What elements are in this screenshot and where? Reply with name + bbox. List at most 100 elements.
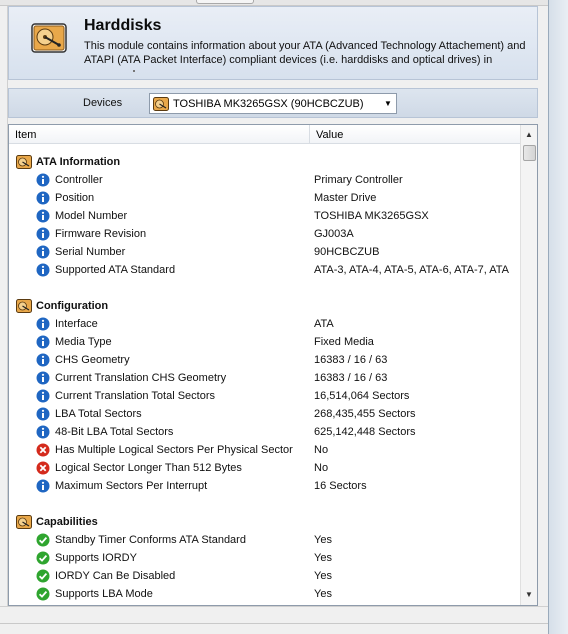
info-icon (36, 263, 50, 277)
list-item[interactable]: IORDY Can Be Disabled Yes (9, 567, 521, 585)
tab-fragment[interactable] (196, 0, 254, 4)
list-item[interactable]: Has Multiple Logical Sectors Per Physica… (9, 441, 521, 459)
list-item[interactable]: Supports LBA Mode Yes (9, 585, 521, 603)
check-icon (36, 551, 50, 565)
check-icon (36, 533, 50, 547)
info-icon (36, 335, 50, 349)
list-item[interactable]: Position Master Drive (9, 189, 521, 207)
list-item[interactable]: LBA Total Sectors 268,435,455 Sectors (9, 405, 521, 423)
item-label: Standby Timer Conforms ATA Standard (55, 534, 246, 546)
item-label: Supports IORDY (55, 552, 137, 564)
item-value: 625,142,448 Sectors (314, 426, 416, 438)
scroll-down-icon[interactable]: ▼ (521, 587, 537, 603)
item-value: ATA (314, 318, 334, 330)
list-item[interactable]: Current Translation Total Sectors 16,514,… (9, 387, 521, 405)
item-value: TOSHIBA MK3265GSX (314, 210, 429, 222)
item-value: Primary Controller (314, 174, 403, 186)
section-title: Configuration (36, 300, 109, 312)
info-icon (36, 371, 50, 385)
list-item[interactable]: Model Number TOSHIBA MK3265GSX (9, 207, 521, 225)
devices-bar: Devices TOSHIBA MK3265GSX (90HCBCZUB) ▼ (8, 88, 538, 118)
item-label: Logical Sector Longer Than 512 Bytes (55, 462, 242, 474)
chevron-down-icon[interactable]: ▼ (380, 99, 396, 108)
list-item[interactable]: Logical Sector Longer Than 512 Bytes No (9, 459, 521, 477)
info-icon (36, 173, 50, 187)
list-header: Item Value (9, 125, 521, 144)
item-value: ATA-3, ATA-4, ATA-5, ATA-6, ATA-7, ATA (314, 264, 509, 276)
item-label: 48-Bit LBA Total Sectors (55, 426, 174, 438)
list-rows: ATA Information Controller Primary Control… (9, 153, 521, 605)
devices-label: Devices (83, 97, 123, 109)
harddisk-icon (16, 515, 32, 529)
description-overflow-dot (133, 70, 135, 72)
column-divider[interactable] (309, 125, 310, 143)
harddisk-icon (31, 23, 67, 53)
list-item[interactable]: Supported ATA Standard ATA-3, ATA-4, ATA-… (9, 261, 521, 279)
item-value: Yes (314, 588, 332, 600)
list-item[interactable]: Firmware Revision GJ003A (9, 225, 521, 243)
info-list[interactable]: Item Value ATA Information Controller Prim… (8, 124, 538, 606)
harddisk-icon (16, 299, 32, 313)
list-item[interactable]: Maximum Sectors Per Interrupt 16 Sectors (9, 477, 521, 495)
item-label: Interface (55, 318, 98, 330)
item-label: Current Translation CHS Geometry (55, 372, 227, 384)
list-item[interactable]: Interface ATA (9, 315, 521, 333)
status-bar (0, 606, 548, 634)
scrollbar-thumb[interactable] (523, 145, 536, 161)
list-item[interactable]: Serial Number 90HCBCZUB (9, 243, 521, 261)
left-pane-edge (0, 6, 8, 606)
section-header[interactable]: ATA Information (9, 153, 521, 171)
item-label: Supported ATA Standard (55, 264, 176, 276)
item-label: LBA Total Sectors (55, 408, 142, 420)
item-label: Serial Number (55, 246, 126, 258)
item-value: Yes (314, 570, 332, 582)
info-icon (36, 245, 50, 259)
list-item[interactable]: 48-Bit LBA Total Sectors 625,142,448 Sect… (9, 423, 521, 441)
item-value: 268,435,455 Sectors (314, 408, 416, 420)
info-icon (36, 209, 50, 223)
module-header: Harddisks This module contains informati… (8, 6, 538, 80)
harddisk-icon (153, 96, 169, 111)
status-divider (0, 623, 548, 624)
item-value: 16383 / 16 / 63 (314, 354, 388, 366)
page-title: Harddisks (84, 17, 162, 34)
check-icon (36, 569, 50, 583)
item-value: No (314, 462, 329, 474)
item-value: 16383 / 16 / 63 (314, 372, 388, 384)
section-header[interactable]: Capabilities (9, 513, 521, 531)
item-label: CHS Geometry (55, 354, 130, 366)
item-label: Media Type (55, 336, 112, 348)
column-header-item[interactable]: Item (15, 129, 36, 141)
section-header[interactable]: Configuration (9, 297, 521, 315)
vertical-scrollbar[interactable]: ▲ ▼ (520, 125, 537, 605)
item-label: Model Number (55, 210, 128, 222)
item-label: Current Translation Total Sectors (55, 390, 215, 402)
list-item[interactable]: Controller Primary Controller (9, 171, 521, 189)
devices-selected-value: TOSHIBA MK3265GSX (90HCBCZUB) (173, 97, 364, 110)
info-icon (36, 407, 50, 421)
item-label: Position (55, 192, 95, 204)
item-value: 90HCBCZUB (314, 246, 380, 258)
list-item[interactable]: Supports IORDY Yes (9, 549, 521, 567)
list-item[interactable]: CHS Geometry 16383 / 16 / 63 (9, 351, 521, 369)
section-title: Capabilities (36, 516, 98, 528)
column-header-value[interactable]: Value (316, 129, 343, 141)
devices-dropdown[interactable]: TOSHIBA MK3265GSX (90HCBCZUB) ▼ (149, 93, 397, 114)
info-icon (36, 389, 50, 403)
info-icon (36, 353, 50, 367)
item-label: Supports LBA Mode (55, 588, 153, 600)
list-item[interactable]: Media Type Fixed Media (9, 333, 521, 351)
info-icon (36, 317, 50, 331)
check-icon (36, 587, 50, 601)
item-value: Master Drive (314, 192, 377, 204)
section-title: ATA Information (36, 156, 121, 168)
item-label: IORDY Can Be Disabled (55, 570, 176, 582)
harddisk-icon (16, 155, 32, 169)
item-label: Has Multiple Logical Sectors Per Physica… (55, 444, 293, 456)
item-value: Fixed Media (314, 336, 374, 348)
list-item[interactable]: Standby Timer Conforms ATA Standard Yes (9, 531, 521, 549)
list-item[interactable]: Current Translation CHS Geometry 16383 / … (9, 369, 521, 387)
scroll-up-icon[interactable]: ▲ (521, 127, 537, 143)
